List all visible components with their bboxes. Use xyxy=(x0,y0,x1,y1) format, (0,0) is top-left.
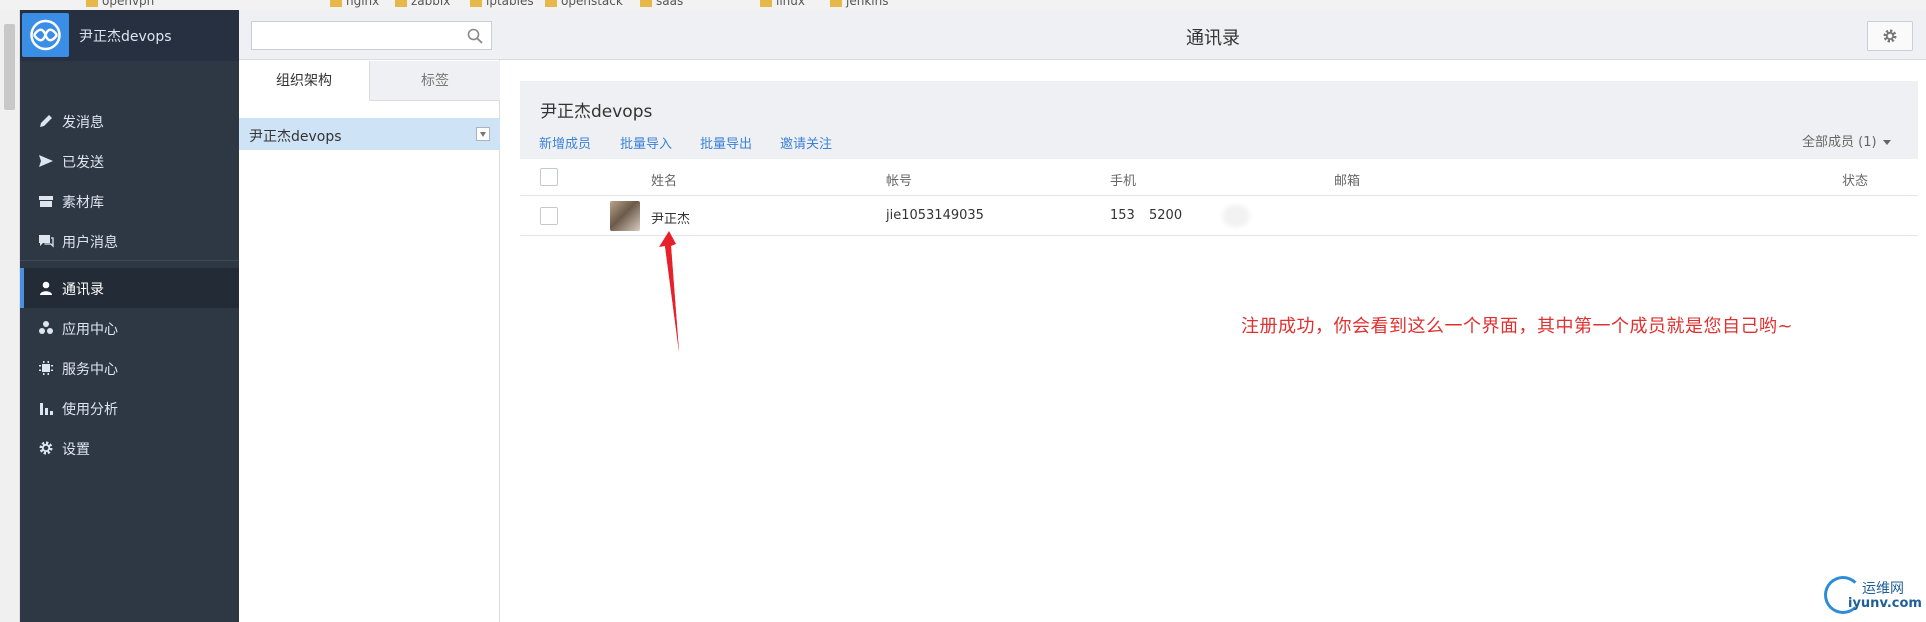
search-input[interactable] xyxy=(251,21,492,50)
sidebar-item-label: 已发送 xyxy=(62,155,104,171)
sidebar-item-label: 使用分析 xyxy=(62,402,118,418)
member-filter-dropdown[interactable]: 全部成员 (1) xyxy=(1802,131,1891,150)
batch-export-link[interactable]: 批量导出 xyxy=(700,133,752,152)
bookmark-item[interactable]: jenkins xyxy=(830,0,888,8)
gear-icon xyxy=(1883,29,1897,43)
sidebar-item-label: 素材库 xyxy=(62,195,104,211)
bookmark-item[interactable]: openstack xyxy=(545,0,623,8)
batch-import-link[interactable]: 批量导入 xyxy=(620,133,672,152)
folder-icon xyxy=(830,0,842,7)
logo-icon xyxy=(22,13,69,57)
scrollbar-thumb[interactable] xyxy=(4,24,15,110)
main-content: 通讯录 尹正杰devops 新增成员 批量导入 批量导出 邀请关注 全部成员 (… xyxy=(500,10,1926,622)
org-tabs: 组织架构 标签 xyxy=(239,61,500,101)
members-header: 尹正杰devops 新增成员 批量导入 批量导出 邀请关注 全部成员 (1) xyxy=(520,81,1918,159)
invite-follow-link[interactable]: 邀请关注 xyxy=(780,133,832,152)
brand-name: 尹正杰devops xyxy=(79,29,172,45)
sidebar-item-label: 应用中心 xyxy=(62,322,118,338)
bar-chart-icon xyxy=(40,403,53,415)
annotation-text: 注册成功，你会看到这么一个界面，其中第一个成员就是您自己哟~ xyxy=(1241,316,1794,337)
sidebar-item-label: 设置 xyxy=(62,442,90,458)
sidebar-item-label: 用户消息 xyxy=(62,235,118,251)
archive-icon xyxy=(39,196,53,207)
apps-icon xyxy=(39,321,53,334)
member-account: jie1053149035 xyxy=(886,208,984,223)
search-bar xyxy=(239,10,500,60)
folder-icon xyxy=(545,0,557,7)
caret-down-icon xyxy=(1882,140,1891,145)
folder-icon xyxy=(395,0,407,7)
sidebar-item-app-center[interactable]: 应用中心 xyxy=(20,308,239,348)
sidebar-item-send-message[interactable]: 发消息 xyxy=(20,101,239,141)
column-header-account: 帐号 xyxy=(886,174,913,189)
gear-icon xyxy=(39,441,53,455)
bookmark-item[interactable]: saas xyxy=(640,0,683,8)
table-header: 姓名 帐号 手机 邮箱 状态 xyxy=(520,159,1918,196)
bookmark-item[interactable]: nginx xyxy=(330,0,379,8)
sidebar: 尹正杰devops 发消息 已发送 素材库 用户消息 通讯录 应用中心 服务中心… xyxy=(20,10,239,622)
folder-icon xyxy=(760,0,772,7)
divider xyxy=(20,260,239,261)
bookmarks-bar: openvpn nginx zabbix iptables openstack … xyxy=(0,0,1926,10)
sidebar-item-label: 服务中心 xyxy=(62,362,118,378)
org-title: 尹正杰devops xyxy=(540,102,653,122)
service-icon xyxy=(39,361,53,375)
brand-header[interactable]: 尹正杰devops xyxy=(20,10,239,61)
table-row[interactable]: 尹正杰 jie1053149035 153 5200 xyxy=(520,196,1918,236)
tab-tags[interactable]: 标签 xyxy=(369,61,500,101)
column-header-email: 邮箱 xyxy=(1334,174,1361,189)
folder-icon xyxy=(640,0,652,7)
folder-icon xyxy=(330,0,342,7)
column-header-status: 状态 xyxy=(1842,174,1869,189)
row-checkbox[interactable] xyxy=(540,207,558,225)
folder-icon xyxy=(470,0,482,7)
column-header-name: 姓名 xyxy=(651,174,678,189)
select-all-checkbox[interactable] xyxy=(540,168,558,186)
chat-icon xyxy=(39,235,54,248)
page-title: 通讯录 xyxy=(1186,28,1240,49)
bookmark-item[interactable]: linux xyxy=(760,0,805,8)
org-tree-node[interactable]: 尹正杰devops xyxy=(239,118,500,150)
phone-redaction xyxy=(1219,202,1253,230)
folder-icon xyxy=(86,0,98,7)
member-name[interactable]: 尹正杰 xyxy=(651,208,690,227)
sidebar-item-label: 发消息 xyxy=(62,115,104,131)
org-panel: 组织架构 标签 尹正杰devops xyxy=(239,10,500,622)
send-icon xyxy=(39,155,53,167)
watermark-cn: 运维网 xyxy=(1862,581,1904,597)
tab-org-structure[interactable]: 组织架构 xyxy=(239,61,369,101)
top-bar: 通讯录 xyxy=(500,10,1926,60)
org-tree-node-label: 尹正杰devops xyxy=(249,129,342,145)
add-member-link[interactable]: 新增成员 xyxy=(539,133,591,152)
sidebar-item-label: 通讯录 xyxy=(62,282,104,298)
settings-button[interactable] xyxy=(1867,21,1913,51)
search-icon[interactable] xyxy=(467,28,483,44)
sidebar-item-contacts[interactable]: 通讯录 xyxy=(20,268,239,308)
member-filter-label: 全部成员 (1) xyxy=(1802,135,1877,150)
watermark-en: iyunv.com xyxy=(1848,596,1922,611)
sidebar-item-service-center[interactable]: 服务中心 xyxy=(20,348,239,388)
bookmark-item[interactable]: iptables xyxy=(470,0,534,8)
bookmark-item[interactable]: openvpn xyxy=(86,0,154,8)
bookmark-item[interactable]: zabbix xyxy=(395,0,450,8)
sidebar-item-user-messages[interactable]: 用户消息 xyxy=(20,221,239,261)
pencil-icon xyxy=(40,115,52,127)
user-icon xyxy=(40,281,52,295)
watermark: 运维网 iyunv.com xyxy=(1820,572,1926,622)
column-header-phone: 手机 xyxy=(1110,174,1137,189)
sidebar-item-settings[interactable]: 设置 xyxy=(20,428,239,468)
chevron-down-icon[interactable] xyxy=(476,127,490,141)
sidebar-item-library[interactable]: 素材库 xyxy=(20,181,239,221)
member-phone-suffix: 5200 xyxy=(1149,208,1183,223)
avatar xyxy=(610,201,640,231)
page-scrollbar[interactable] xyxy=(0,10,20,622)
sidebar-item-sent[interactable]: 已发送 xyxy=(20,141,239,181)
sidebar-item-analytics[interactable]: 使用分析 xyxy=(20,388,239,428)
member-phone-prefix: 153 xyxy=(1110,208,1135,223)
